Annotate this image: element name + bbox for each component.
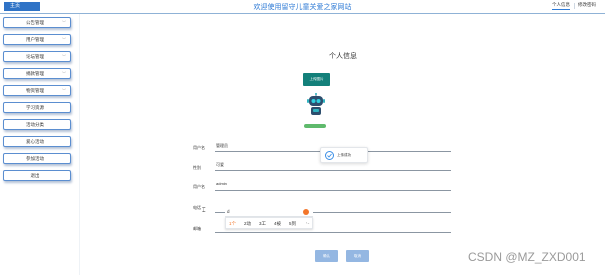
- ime-candidate-list: 1个 2动 3工 4被 5到 ›⌄: [225, 217, 313, 229]
- sidebar-item-label: 物资管理: [26, 88, 44, 93]
- top-divider: [574, 3, 575, 9]
- sidebar-item-donations[interactable]: 捐款管理 ﹀: [3, 68, 71, 79]
- brand-logo[interactable]: 主页: [4, 2, 40, 11]
- toast-message: 上传成功: [337, 153, 351, 157]
- ime-composition-bar: d: [225, 208, 313, 217]
- sidebar-item-join-events[interactable]: 参加活动: [3, 153, 71, 164]
- upload-success-toast: 上传成功: [320, 147, 368, 163]
- field-label-username: 用户名: [193, 145, 205, 150]
- site-title: 欢迎使用留守儿童关爱之家网站: [253, 4, 352, 11]
- sidebar-item-label: 参加活动: [26, 156, 44, 161]
- field-label-account: 用户名: [193, 184, 205, 189]
- avatar-badge: [304, 124, 326, 128]
- sidebar-item-forum[interactable]: 论坛管理 ﹀: [3, 51, 71, 62]
- field-value-username[interactable]: 管理员: [216, 143, 228, 149]
- check-circle-icon: [325, 151, 334, 160]
- ime-logo-icon: [303, 209, 309, 215]
- chevron-down-icon: ﹀: [62, 37, 66, 42]
- ime-candidate[interactable]: 1个: [229, 221, 236, 227]
- sidebar-item-announcements[interactable]: 公告管理 ﹀: [3, 17, 71, 28]
- watermark-text: CSDN @MZ_ZXD001: [468, 250, 586, 264]
- cancel-button[interactable]: 取消: [346, 250, 369, 262]
- gender-field[interactable]: [215, 170, 451, 171]
- sidebar-item-logout[interactable]: 退出: [3, 170, 71, 181]
- mouse-cursor-icon: ⌶: [202, 208, 206, 214]
- account-field[interactable]: [215, 190, 451, 191]
- sidebar-item-users[interactable]: 用户管理 ﹀: [3, 34, 71, 45]
- chevron-down-icon: ﹀: [62, 20, 66, 25]
- top-bar: 主页 欢迎使用留守儿童关爱之家网站 个人信息 修改密码: [0, 0, 605, 14]
- sidebar-item-label: 捐款管理: [26, 71, 44, 76]
- ime-candidate[interactable]: 3工: [259, 221, 266, 227]
- field-label-email: 邮箱: [193, 226, 201, 231]
- ime-candidate[interactable]: 5到: [289, 221, 296, 227]
- sidebar-item-label: 学习资源: [26, 105, 44, 110]
- top-link-profile[interactable]: 个人信息: [552, 2, 570, 10]
- field-label-gender: 性别: [193, 165, 201, 170]
- email-field[interactable]: [215, 232, 451, 233]
- sidebar-item-label: 退出: [30, 173, 40, 178]
- page-title: 个人信息: [329, 53, 357, 60]
- sidebar-item-label: 公告管理: [26, 20, 44, 25]
- sidebar: 公告管理 ﹀ 用户管理 ﹀ 论坛管理 ﹀ 捐款管理 ﹀ 物资管理 ﹀ 学习资源 …: [0, 14, 80, 275]
- ime-candidate[interactable]: 4被: [274, 221, 281, 227]
- upload-image-button[interactable]: 上传图片: [303, 73, 330, 86]
- confirm-button[interactable]: 确认: [315, 250, 338, 262]
- sidebar-item-label: 爱心活动: [26, 139, 44, 144]
- ime-candidate-popup[interactable]: d 1个 2动 3工 4被 5到 ›⌄: [225, 208, 313, 230]
- chevron-down-icon: ﹀: [62, 54, 66, 59]
- sidebar-item-learning-resources[interactable]: 学习资源: [3, 102, 71, 113]
- top-link-change-password[interactable]: 修改密码: [578, 2, 596, 8]
- sidebar-item-supplies[interactable]: 物资管理 ﹀: [3, 85, 71, 96]
- chevron-down-icon: ﹀: [62, 88, 66, 93]
- sidebar-item-label: 论坛管理: [26, 54, 44, 59]
- ime-page-arrows-icon[interactable]: ›⌄: [306, 221, 310, 225]
- field-value-gender[interactable]: 可爱: [216, 162, 224, 168]
- sidebar-item-activity-categories[interactable]: 活动分类: [3, 119, 71, 130]
- ime-candidate[interactable]: 2动: [244, 221, 251, 227]
- sidebar-item-label: 用户管理: [26, 37, 44, 42]
- sidebar-item-label: 活动分类: [26, 122, 44, 127]
- ime-typed-text: d: [227, 209, 230, 214]
- chevron-down-icon: ﹀: [62, 71, 66, 76]
- field-label-phone: 电话: [193, 205, 201, 210]
- robot-avatar-icon: [307, 93, 325, 125]
- field-value-account[interactable]: admin: [216, 181, 227, 186]
- sidebar-item-charity-events[interactable]: 爱心活动: [3, 136, 71, 147]
